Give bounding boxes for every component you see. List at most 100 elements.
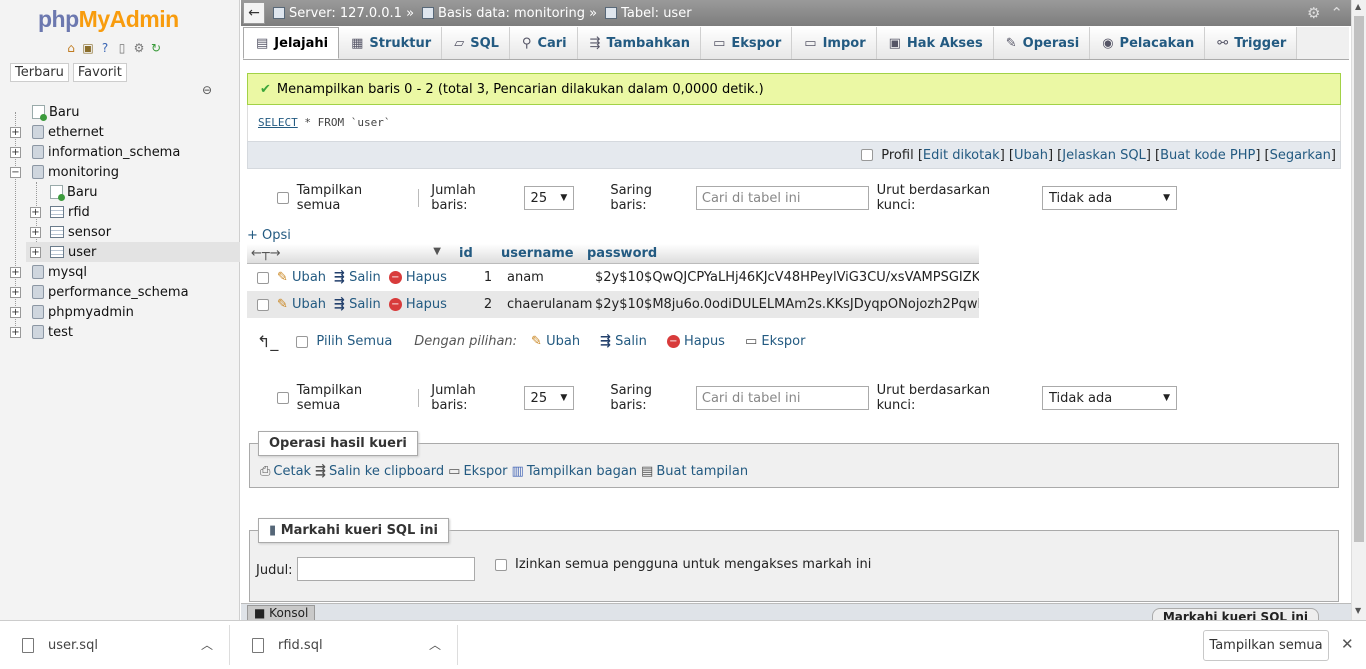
sort-dropdown-icon[interactable]: ▼ xyxy=(433,246,441,261)
tab-recent[interactable]: Terbaru xyxy=(10,63,69,82)
tab-structure[interactable]: ▦ Struktur xyxy=(339,27,443,59)
download-item[interactable]: rfid.sql ︿ xyxy=(230,625,458,665)
tab-insert[interactable]: ⇶ Tambahkan xyxy=(577,27,702,59)
sql-query-display[interactable]: SELECT * FROM `user` xyxy=(247,105,1341,141)
tab-favorite[interactable]: Favorit xyxy=(72,63,127,82)
create-php-link[interactable]: Buat kode PHP xyxy=(1160,148,1255,163)
export-link[interactable]: ▭ Ekspor xyxy=(448,464,507,479)
tab-search[interactable]: ⚲ Cari xyxy=(509,27,578,59)
show-all-downloads-button[interactable]: Tampilkan semua xyxy=(1203,630,1329,661)
collapse-icon[interactable]: − xyxy=(10,166,21,178)
tab-browse[interactable]: ▤ Jelajahi xyxy=(243,27,340,59)
cell-id[interactable]: 1 xyxy=(473,270,503,285)
back-button[interactable]: ← xyxy=(243,2,265,24)
show-all-checkbox[interactable] xyxy=(277,392,289,404)
bulk-delete-button[interactable]: − Hapus xyxy=(666,334,725,349)
tree-item-mysql[interactable]: + mysql xyxy=(0,262,240,282)
column-header-password[interactable]: password xyxy=(557,246,657,261)
reload-icon[interactable]: ↻ xyxy=(149,41,163,55)
show-all-checkbox[interactable] xyxy=(277,192,289,204)
column-header-id[interactable]: id xyxy=(447,246,473,261)
chevron-up-icon[interactable]: ︿ xyxy=(429,636,441,653)
bookmark-submit-button[interactable]: Markahi kueri SQL ini xyxy=(1151,608,1319,620)
settings-icon[interactable]: ⚙ xyxy=(132,41,146,55)
tree-item-monitoring-new[interactable]: Baru xyxy=(0,182,240,202)
expand-icon[interactable]: + xyxy=(10,306,21,318)
tab-privileges[interactable]: ▣ Hak Akses xyxy=(876,27,994,59)
expand-icon[interactable]: + xyxy=(10,146,21,158)
bookmark-title-input[interactable] xyxy=(297,557,475,581)
expand-icon[interactable]: + xyxy=(10,286,21,298)
tab-trigger[interactable]: ⚯ Trigger xyxy=(1205,27,1298,59)
row-copy-link[interactable]: ⇶ Salin xyxy=(334,297,381,312)
cell-password[interactable]: $2y$10$QwQJCPYaLHj46KJcV48HPeylViG3CU/xs… xyxy=(587,270,979,285)
create-view-link[interactable]: ▤ Buat tampilan xyxy=(641,464,748,479)
expand-icon[interactable]: + xyxy=(30,226,41,238)
bulk-export-button[interactable]: ▭ Ekspor xyxy=(745,334,806,349)
sort-key-select[interactable]: Tidak ada ▼ xyxy=(1042,386,1178,410)
tab-operations[interactable]: ✎ Operasi xyxy=(993,27,1091,59)
edit-query-link[interactable]: Ubah xyxy=(1014,148,1048,163)
sort-key-select[interactable]: Tidak ada ▼ xyxy=(1042,186,1178,210)
tree-item-information-schema[interactable]: + information_schema xyxy=(0,142,240,162)
tab-sql[interactable]: ▱ SQL xyxy=(442,27,510,59)
link-icon[interactable]: ⊖ xyxy=(202,83,212,97)
cell-username[interactable]: chaerulanam xyxy=(503,297,592,312)
row-edit-link[interactable]: ✎ Ubah xyxy=(277,297,326,312)
options-toggle[interactable]: + Opsi xyxy=(247,228,291,243)
phpmyadmin-logo[interactable]: phpMyAdmin xyxy=(38,6,179,33)
profile-checkbox[interactable] xyxy=(861,149,874,161)
filter-rows-input[interactable]: Cari di tabel ini xyxy=(695,186,869,210)
expand-icon[interactable]: + xyxy=(30,246,41,258)
logout-icon[interactable]: ▣ xyxy=(81,41,95,55)
row-edit-link[interactable]: ✎ Ubah xyxy=(277,270,326,285)
tree-item-phpmyadmin[interactable]: + phpmyadmin xyxy=(0,302,240,322)
tree-item-ethernet[interactable]: + ethernet xyxy=(0,122,240,142)
tree-item-performance-schema[interactable]: + performance_schema xyxy=(0,282,240,302)
cell-password[interactable]: $2y$10$M8ju6o.0odiDULELMAm2s.KKsJDyqpONo… xyxy=(587,297,979,312)
home-icon[interactable]: ⌂ xyxy=(64,41,78,55)
bulk-copy-button[interactable]: ⇶ Salin xyxy=(600,334,647,349)
cell-id[interactable]: 2 xyxy=(473,297,503,312)
docs-icon[interactable]: ▯ xyxy=(115,41,129,55)
breadcrumb-table[interactable]: Tabel: user xyxy=(605,6,692,21)
expand-icon[interactable]: + xyxy=(10,126,21,138)
row-count-select[interactable]: 25 ▼ xyxy=(523,386,575,410)
row-checkbox[interactable] xyxy=(257,298,269,311)
tab-export[interactable]: ▭ Ekspor xyxy=(701,27,793,59)
chevron-up-icon[interactable]: ︿ xyxy=(201,636,213,653)
close-icon[interactable]: ✕ xyxy=(1341,635,1354,653)
scroll-down-icon[interactable]: ▼ xyxy=(1355,606,1361,615)
breadcrumb-server[interactable]: Server: 127.0.0.1 » xyxy=(273,6,414,21)
row-count-select[interactable]: 25 ▼ xyxy=(523,186,575,210)
column-arrows-icon[interactable]: ←┬→ xyxy=(251,246,281,261)
refresh-link[interactable]: Segarkan xyxy=(1270,148,1331,163)
row-copy-link[interactable]: ⇶ Salin xyxy=(334,270,381,285)
display-chart-link[interactable]: ▥ Tampilkan bagan xyxy=(512,464,638,479)
tree-item-user[interactable]: + user xyxy=(26,242,240,262)
page-scrollbar[interactable]: ▲ ▼ xyxy=(1351,0,1366,620)
share-bookmark-checkbox[interactable] xyxy=(495,558,507,571)
collapse-top-icon[interactable]: ⌃ xyxy=(1330,4,1343,22)
download-item[interactable]: user.sql ︿ xyxy=(0,625,230,665)
row-checkbox[interactable] xyxy=(257,271,269,284)
settings-icon[interactable]: ⚙ xyxy=(1307,4,1320,22)
tree-item-rfid[interactable]: + rfid xyxy=(0,202,240,222)
select-all-checkbox[interactable] xyxy=(296,335,309,348)
row-delete-link[interactable]: − Hapus xyxy=(388,297,447,312)
tree-item-new[interactable]: Baru xyxy=(0,102,240,122)
console-toggle[interactable]: ■ Konsol xyxy=(247,605,316,620)
tree-item-monitoring[interactable]: − monitoring xyxy=(0,162,240,182)
copy-clipboard-link[interactable]: ⇶ Salin ke clipboard xyxy=(315,464,444,479)
expand-icon[interactable]: + xyxy=(10,326,21,338)
edit-inline-link[interactable]: Edit dikotak xyxy=(923,148,1000,163)
tree-item-sensor[interactable]: + sensor xyxy=(0,222,240,242)
expand-icon[interactable]: + xyxy=(10,266,21,278)
tab-import[interactable]: ▭ Impor xyxy=(792,27,877,59)
column-header-username[interactable]: username xyxy=(473,246,574,261)
help-icon[interactable]: ? xyxy=(98,41,112,55)
breadcrumb-database[interactable]: Basis data: monitoring » xyxy=(422,6,597,21)
cell-username[interactable]: anam xyxy=(503,270,587,285)
filter-rows-input[interactable]: Cari di tabel ini xyxy=(695,386,869,410)
tab-tracking[interactable]: ◉ Pelacakan xyxy=(1090,27,1206,59)
